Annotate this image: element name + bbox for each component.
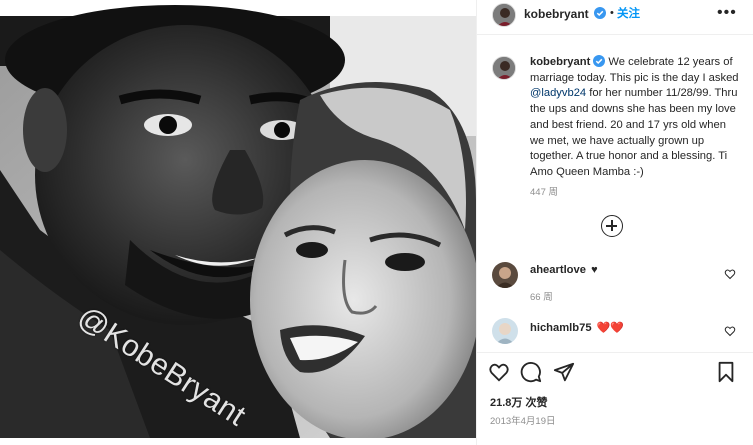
comment-username[interactable]: hichamlb75 [530, 322, 592, 334]
post-caption: kobebryant We celebrate 12 years of marr… [530, 55, 742, 181]
caption-username[interactable]: kobebryant [530, 56, 590, 68]
post-actions-bar [477, 352, 753, 388]
caption-time: 447 周 [530, 187, 558, 198]
more-options-icon[interactable]: ••• [717, 4, 737, 22]
couple-photo-image [0, 0, 476, 445]
bookmark-icon[interactable] [715, 361, 737, 383]
post-author-username[interactable]: kobebryant [524, 7, 589, 21]
comment-username[interactable]: aheartlove [530, 264, 586, 276]
comment-like-heart-icon[interactable] [724, 268, 736, 280]
post-date[interactable]: 2013年4月19日 [490, 413, 555, 427]
paper-plane-icon[interactable] [553, 361, 575, 383]
caption-text-part2: for her number 11/28/99. Thru the ups an… [530, 87, 738, 178]
avatar[interactable] [492, 3, 516, 27]
caption-avatar[interactable] [492, 56, 516, 80]
load-more-comments-button[interactable] [601, 215, 623, 237]
heart-outline-icon[interactable] [488, 361, 510, 383]
comment-bubble-icon[interactable] [520, 361, 542, 383]
caption-mention-link[interactable]: @ladyvb24 [530, 87, 586, 99]
likes-count[interactable]: 21.8万 次赞 [490, 394, 547, 410]
post-header: kobebryant • 关注 ••• [477, 0, 753, 35]
verified-badge-icon [594, 7, 606, 19]
verified-badge-icon [593, 55, 606, 67]
comment-text: ❤️❤️ [596, 322, 625, 334]
comment-time: 66 周 [530, 292, 553, 303]
comment-2: hichamlb75 ❤️❤️ [530, 321, 624, 334]
post-side-panel: kobebryant • 关注 ••• kobebryant We celebr… [476, 0, 753, 445]
comment-like-heart-icon[interactable] [724, 325, 736, 337]
follow-button[interactable]: 关注 [617, 5, 640, 21]
comment-avatar[interactable] [492, 262, 518, 288]
post-photo[interactable]: @KobeBryant [0, 0, 476, 445]
comment-text: ♥ [591, 264, 598, 276]
comment-avatar[interactable] [492, 318, 518, 344]
comment-1: aheartlove ♥ [530, 264, 598, 276]
header-separator: • [610, 7, 614, 19]
